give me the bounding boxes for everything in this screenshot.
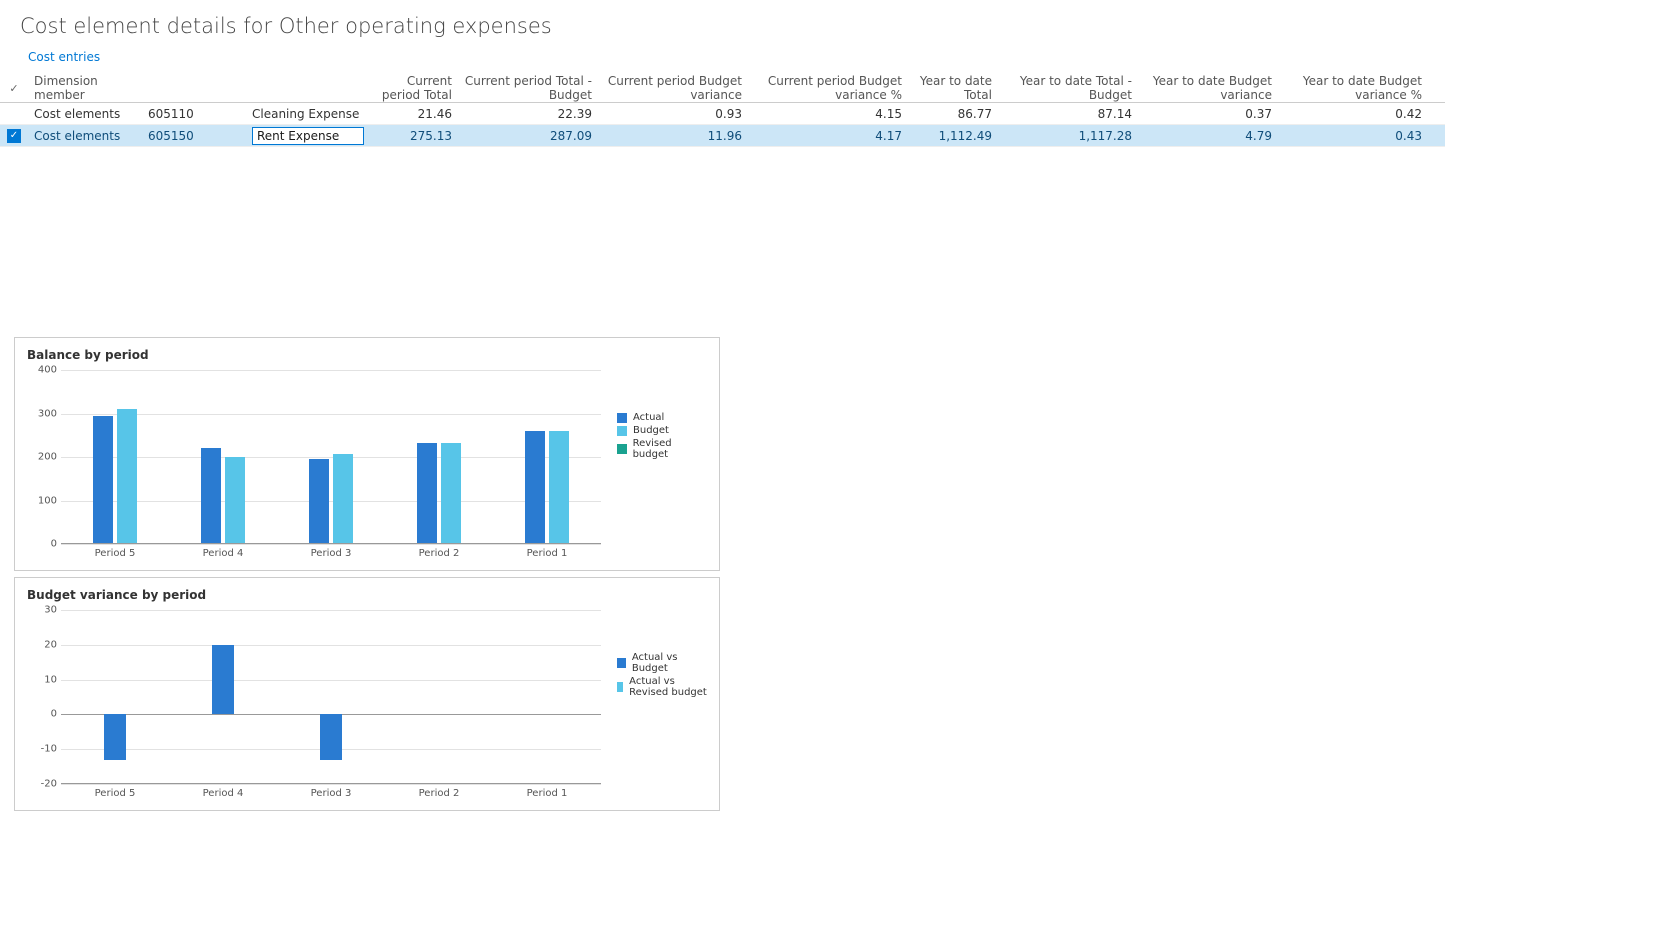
cell-ytdtb: 87.14 <box>998 107 1138 121</box>
bar[interactable] <box>104 714 126 759</box>
legend-budget: Budget <box>617 425 707 436</box>
col-ytd-total-budget[interactable]: Year to date Total - Budget <box>998 74 1138 102</box>
col-current-period-budget-variance-pct[interactable]: Current period Budget variance % <box>748 74 908 102</box>
row-checkbox[interactable]: ✓ <box>7 129 21 143</box>
table-row[interactable]: ✓ Cost elements605150Rent Expense275.1328… <box>0 125 1445 147</box>
bar[interactable] <box>549 431 569 543</box>
cell-ytdtb: 1,117.28 <box>998 129 1138 143</box>
cell-cpbv: 0.93 <box>598 107 748 121</box>
cell-cpbvp: 4.17 <box>748 129 908 143</box>
cell-ytdbvp: 0.43 <box>1278 129 1428 143</box>
col-current-period-budget-variance[interactable]: Current period Budget variance <box>598 74 748 102</box>
cost-elements-grid: ✓ Dimension member Current period Total … <box>0 74 1445 147</box>
bar[interactable] <box>93 416 113 543</box>
legend-actual-vs-budget: Actual vs Budget <box>617 652 707 674</box>
cell-ytdt: 86.77 <box>908 107 998 121</box>
row-checkbox[interactable] <box>7 107 21 121</box>
bar[interactable] <box>212 645 234 715</box>
chart-balance-by-period: Balance by period 0100200300400Period 5P… <box>14 337 720 571</box>
cell-dimension: Cost elements <box>28 107 148 121</box>
bar[interactable] <box>225 457 245 543</box>
col-ytd-budget-variance-pct[interactable]: Year to date Budget variance % <box>1278 74 1428 102</box>
x-tick: Period 4 <box>203 788 244 799</box>
col-ytd-total[interactable]: Year to date Total <box>908 74 998 102</box>
legend-actual: Actual <box>617 412 707 423</box>
bar[interactable] <box>333 454 353 543</box>
cell-ytdbv: 0.37 <box>1138 107 1278 121</box>
bar[interactable] <box>320 714 342 759</box>
bar[interactable] <box>117 409 137 543</box>
cost-entries-link[interactable]: Cost entries <box>28 50 100 64</box>
col-current-period-total-budget[interactable]: Current period Total - Budget <box>458 74 598 102</box>
select-all-checkbox[interactable]: ✓ <box>0 82 28 95</box>
cell-name: Rent Expense <box>248 127 368 145</box>
chart-title: Budget variance by period <box>27 588 707 602</box>
cell-dimension: Cost elements <box>28 129 148 143</box>
cell-name: Cleaning Expense <box>248 107 368 121</box>
x-tick: Period 5 <box>95 548 136 559</box>
cell-id: 605110 <box>148 107 248 121</box>
x-tick: Period 1 <box>527 548 568 559</box>
bar[interactable] <box>417 443 437 543</box>
page-title: Cost element details for Other operating… <box>0 0 1445 46</box>
x-tick: Period 3 <box>311 788 352 799</box>
cell-cpt: 21.46 <box>368 107 458 121</box>
col-dimension-member[interactable]: Dimension member <box>28 74 148 102</box>
cell-cptb: 287.09 <box>458 129 598 143</box>
cell-ytdbv: 4.79 <box>1138 129 1278 143</box>
chart-title: Balance by period <box>27 348 707 362</box>
x-tick: Period 1 <box>527 788 568 799</box>
col-ytd-budget-variance[interactable]: Year to date Budget variance <box>1138 74 1278 102</box>
bar[interactable] <box>525 431 545 543</box>
cell-ytdt: 1,112.49 <box>908 129 998 143</box>
bar[interactable] <box>201 448 221 543</box>
legend-revised: Revised budget <box>617 438 707 460</box>
x-tick: Period 2 <box>419 548 460 559</box>
bar[interactable] <box>441 443 461 543</box>
table-row[interactable]: Cost elements605110Cleaning Expense21.46… <box>0 103 1445 125</box>
x-tick: Period 5 <box>95 788 136 799</box>
col-current-period-total[interactable]: Current period Total <box>368 74 458 102</box>
x-tick: Period 4 <box>203 548 244 559</box>
cell-id: 605150 <box>148 129 248 143</box>
cell-cptb: 22.39 <box>458 107 598 121</box>
x-tick: Period 3 <box>311 548 352 559</box>
cell-cpt: 275.13 <box>368 129 458 143</box>
chart-budget-variance-by-period: Budget variance by period -20-100102030P… <box>14 577 720 811</box>
legend-actual-vs-revised: Actual vs Revised budget <box>617 676 707 698</box>
cell-ytdbvp: 0.42 <box>1278 107 1428 121</box>
x-tick: Period 2 <box>419 788 460 799</box>
cell-cpbv: 11.96 <box>598 129 748 143</box>
cell-cpbvp: 4.15 <box>748 107 908 121</box>
bar[interactable] <box>309 459 329 543</box>
